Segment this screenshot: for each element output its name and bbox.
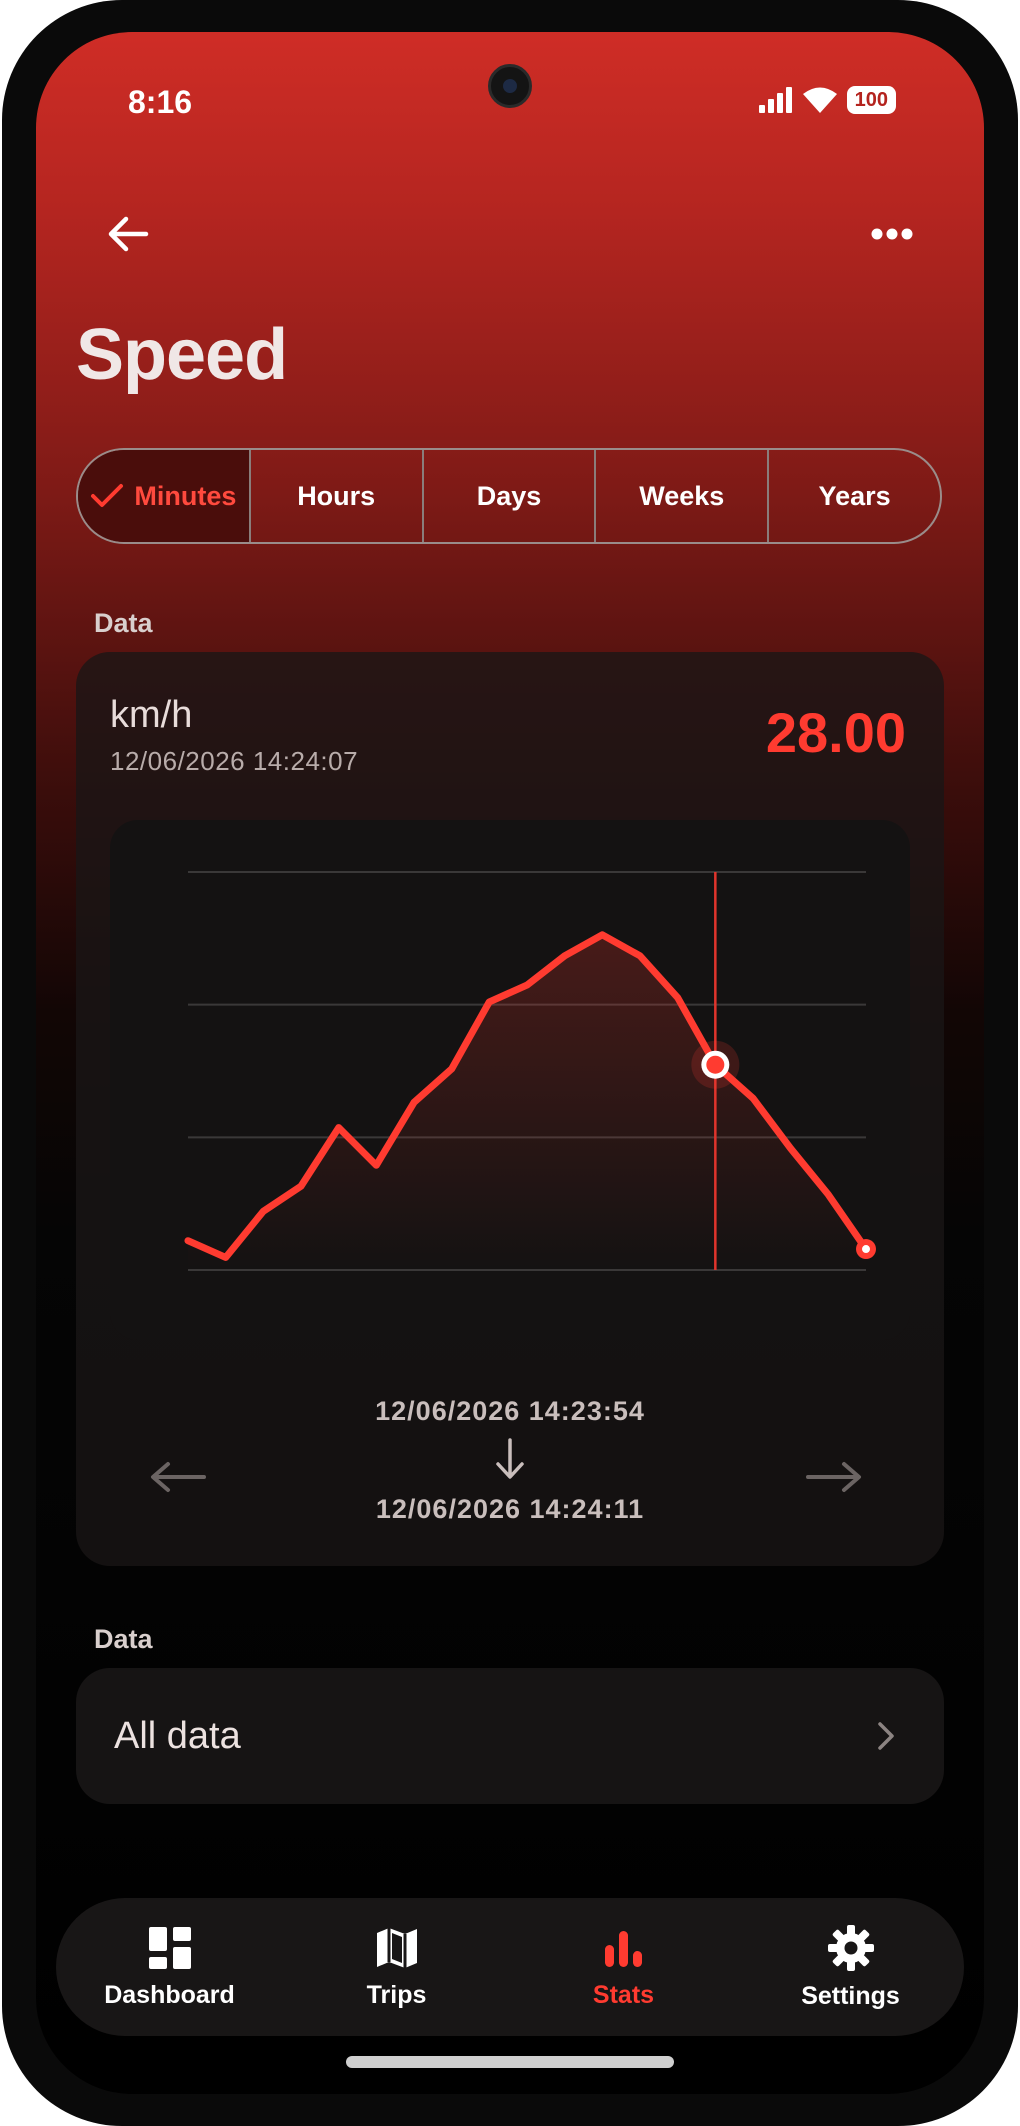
battery-indicator: 100: [846, 86, 896, 114]
tab-hours[interactable]: Hours: [248, 450, 422, 542]
time-range-tabs: Minutes Hours Days Weeks Years: [76, 448, 942, 544]
back-button[interactable]: [98, 204, 158, 264]
all-data-section-label: Data: [94, 1624, 153, 1654]
dashboard-icon: [148, 1926, 191, 1969]
unit-label: km/h: [110, 694, 193, 736]
nav-label: Dashboard: [104, 1980, 235, 2009]
device-frame: 8:16 100 Speed Minutes Hours Days Weeks …: [2, 0, 1018, 2126]
tab-label: Hours: [297, 480, 376, 511]
front-camera: [488, 64, 532, 108]
tab-minutes[interactable]: Minutes: [78, 450, 249, 542]
app-screen: 8:16 100 Speed Minutes Hours Days Weeks …: [36, 32, 984, 2094]
home-indicator[interactable]: [346, 2056, 674, 2068]
nav-label: Settings: [801, 1981, 900, 2010]
nav-trips[interactable]: Trips: [283, 1898, 510, 2036]
status-icons: 100: [758, 86, 896, 114]
speed-line-chart[interactable]: [110, 820, 910, 1340]
speed-chart-container[interactable]: [110, 820, 910, 1340]
next-range-button[interactable]: [804, 1460, 864, 1499]
last-point-center: [862, 1245, 870, 1254]
arrow-left-icon: [108, 216, 149, 252]
more-options-button[interactable]: [862, 204, 922, 264]
map-icon: [376, 1927, 417, 1968]
page-title: Speed: [76, 315, 288, 395]
data-section-label: Data: [94, 608, 153, 638]
arrow-down-icon: [490, 1436, 530, 1487]
reading-timestamp: 12/06/2026 14:24:07: [110, 746, 359, 776]
tab-weeks[interactable]: Weeks: [594, 450, 767, 542]
previous-range-button[interactable]: [148, 1460, 208, 1499]
signal-icon: [758, 87, 792, 113]
tab-label: Minutes: [134, 480, 237, 511]
all-data-row[interactable]: All data: [76, 1668, 944, 1804]
bar-chart-icon: [604, 1930, 642, 1967]
range-start-time: 12/06/2026 14:23:54: [375, 1396, 645, 1426]
nav-label: Trips: [366, 1980, 427, 2009]
current-value: 28.00: [765, 701, 906, 764]
bottom-navigation: Dashboard Trips Stats Settings: [56, 1898, 964, 2036]
more-horizontal-icon: [871, 228, 913, 240]
all-data-label: All data: [114, 1714, 241, 1757]
nav-settings[interactable]: Settings: [737, 1898, 964, 2036]
selected-point: [706, 1055, 725, 1074]
nav-label: Stats: [592, 1980, 655, 2009]
checkmark-icon: [91, 484, 124, 507]
wifi-icon: [802, 87, 837, 113]
tab-label: Days: [476, 480, 542, 511]
tab-label: Weeks: [639, 480, 725, 511]
status-time: 8:16: [128, 84, 193, 120]
tab-label: Years: [818, 480, 891, 511]
chevron-right-icon: [878, 1722, 894, 1750]
arrow-right-icon: [806, 1462, 861, 1492]
tab-days[interactable]: Days: [421, 450, 595, 542]
nav-dashboard[interactable]: Dashboard: [56, 1898, 283, 2036]
nav-stats[interactable]: Stats: [510, 1898, 737, 2036]
arrow-left-icon: [151, 1462, 206, 1492]
tab-years[interactable]: Years: [767, 450, 940, 542]
gear-icon: [827, 1924, 874, 1971]
